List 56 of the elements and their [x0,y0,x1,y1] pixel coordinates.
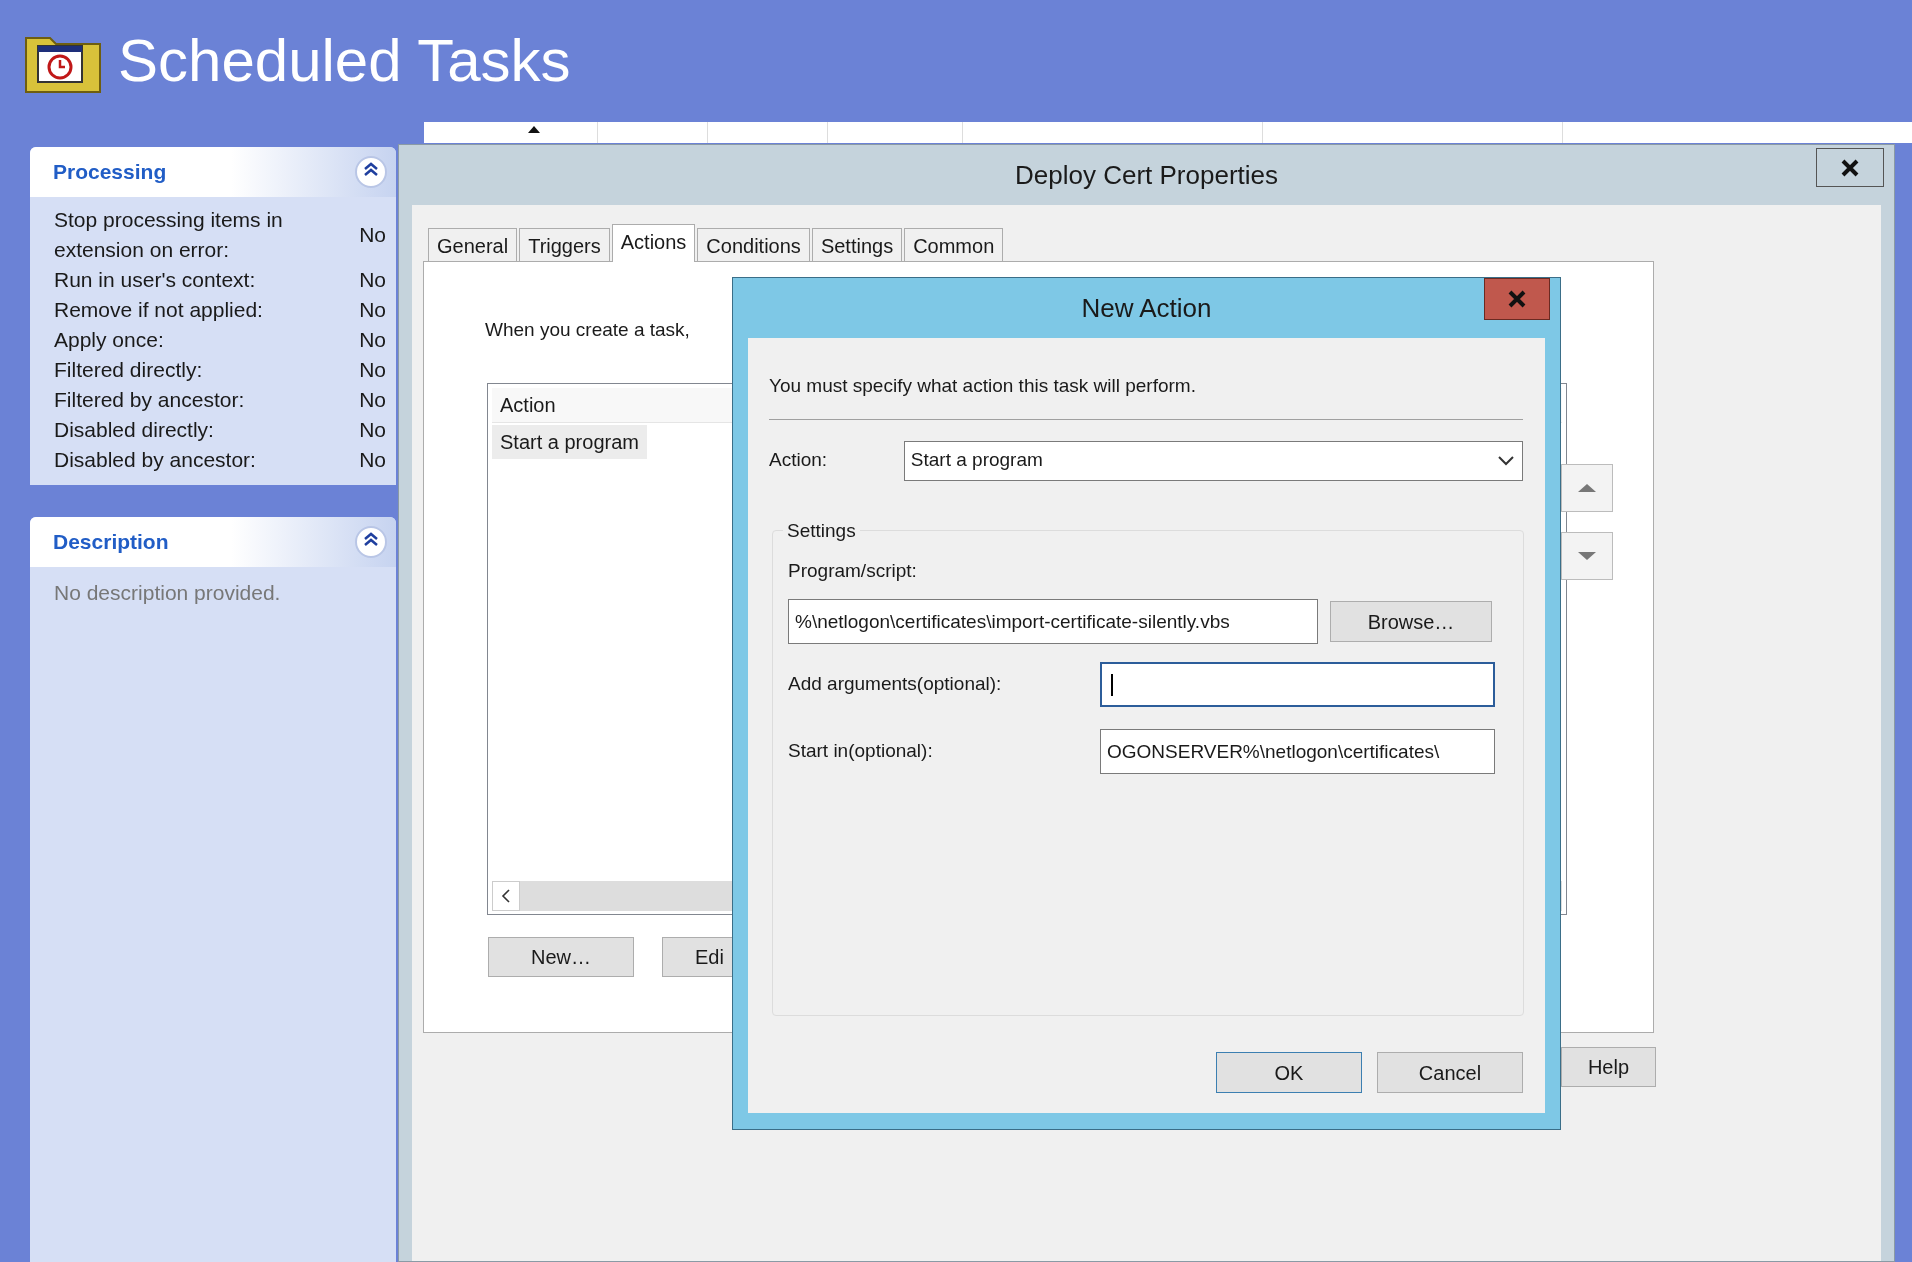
panel-title: Description [53,529,169,556]
property-value: No [359,417,386,443]
property-value: No [359,327,386,353]
tab[interactable]: Triggers [519,228,610,262]
new-button[interactable]: New… [488,936,634,977]
property-label: Disabled by ancestor: [54,447,256,473]
ok-button[interactable]: OK [1216,1052,1362,1093]
property-value: No [359,267,386,293]
property-label: Filtered by ancestor: [54,387,245,413]
cancel-button[interactable]: Cancel [1377,1052,1523,1093]
close-icon [1840,157,1860,178]
triangle-up-icon [1577,483,1597,493]
property-value: No [359,357,386,383]
app-title: Scheduled Tasks [118,31,571,91]
program-field[interactable]: %\netlogon\certificates\import-certificate-silently.vbs [788,599,1318,644]
close-icon [1507,289,1527,309]
tab[interactable]: Common [904,228,1004,262]
property-value: No [359,297,386,323]
close-button[interactable] [1816,148,1884,187]
input-field[interactable] [1100,662,1495,707]
property-label: Apply once: [54,327,164,353]
browse-button[interactable]: Browse… [1330,601,1492,642]
property-value: No [359,222,386,248]
property-label: Filtered directly: [54,357,203,383]
chevron-down-icon [1498,455,1514,466]
property-label: Remove if not applied: [54,297,263,323]
chevron-left-icon [501,888,511,903]
collapse-icon[interactable] [354,525,388,559]
property-label: Run in user's context: [54,267,256,293]
scroll-left-button[interactable] [492,880,520,911]
window-title: Deploy Cert Properties [1015,158,1278,192]
move-down-button[interactable] [1561,532,1613,580]
sort-arrow-icon [528,126,540,133]
field-label: Action: [769,448,829,473]
property-label: Stop processing items in extension on error: [54,207,284,263]
tab[interactable]: General [428,228,518,262]
property-label: Disabled directly: [54,417,214,443]
dialog-title: New Action [1081,291,1212,325]
tab[interactable]: Settings [811,228,903,262]
description-text: No description provided. [54,581,281,604]
help-button[interactable]: Help [1561,1047,1656,1087]
intro-text: When you create a task, [485,319,690,340]
field-label: Start in(optional): [788,739,934,764]
panel-title: Processing [53,159,167,186]
move-up-button[interactable] [1561,464,1613,512]
field-label: Program/script: [788,558,917,583]
property-value: No [359,387,386,413]
input-field[interactable]: OGONSERVER%\netlogon\certificates\ [1100,729,1495,774]
tab[interactable]: Actions [611,224,696,262]
collapse-icon[interactable] [354,155,388,189]
tab[interactable]: Conditions [697,228,810,262]
list-item[interactable]: Start a program [492,424,647,459]
triangle-down-icon [1577,551,1597,561]
property-value: No [359,447,386,473]
field-label: Add arguments(optional): [788,672,1003,697]
action-dropdown[interactable]: Start a program [903,440,1523,481]
